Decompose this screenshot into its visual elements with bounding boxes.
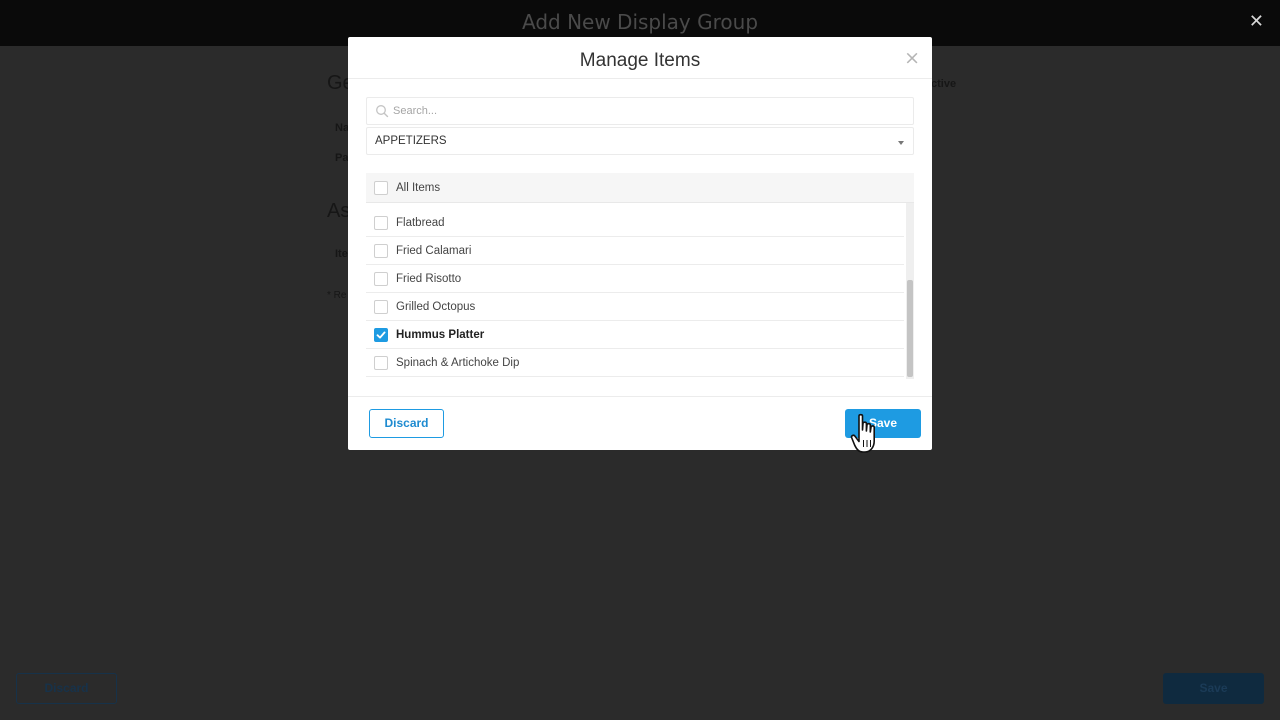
caret-down-icon (898, 141, 904, 145)
manage-items-modal: Manage Items × APPETIZERS All Items Flat… (348, 37, 932, 450)
item-checkbox-checked[interactable] (374, 327, 388, 342)
background-save-button[interactable]: Save (1163, 673, 1264, 704)
background-close-icon[interactable]: ✕ (1249, 11, 1264, 32)
background-items-label: Ite (335, 248, 348, 260)
background-assign-heading: As (327, 200, 351, 222)
item-label: Spinach & Artichoke Dip (396, 356, 520, 369)
modal-header: Manage Items × (348, 37, 932, 79)
category-select[interactable]: APPETIZERS (366, 127, 914, 155)
search-input[interactable] (393, 105, 893, 117)
list-item[interactable]: Grilled Octopus (366, 293, 904, 321)
all-items-row[interactable]: All Items (366, 173, 914, 203)
background-page-title: Add New Display Group (521, 10, 759, 34)
item-label: Hummus Platter (396, 328, 485, 341)
item-checkbox[interactable] (374, 271, 388, 286)
list-item[interactable]: Flatbread (366, 209, 904, 237)
list-item[interactable]: Fried Risotto (366, 265, 904, 293)
item-label: Grilled Octopus (396, 300, 476, 313)
background-pa-label: Pa (335, 152, 349, 164)
item-label: Flatbread (396, 216, 445, 229)
category-select-value: APPETIZERS (375, 135, 447, 147)
scrollbar-thumb[interactable] (907, 280, 913, 377)
item-checkbox[interactable] (374, 355, 388, 370)
list-item[interactable]: Fried Calamari (366, 237, 904, 265)
item-label: Fried Risotto (396, 272, 462, 285)
background-discard-button[interactable]: Discard (16, 673, 117, 704)
item-label: Fried Calamari (396, 244, 472, 257)
background-name-label: Na (335, 122, 350, 134)
background-active-text: ctive (931, 78, 957, 90)
checkmark-icon (376, 331, 386, 338)
modal-title: Manage Items (579, 50, 701, 71)
hand-cursor-icon (850, 413, 875, 453)
list-scrollbar[interactable] (906, 203, 914, 379)
item-checkbox[interactable] (374, 243, 388, 258)
search-icon (376, 105, 389, 118)
all-items-label: All Items (396, 181, 441, 194)
list-item[interactable]: Spinach & Artichoke Dip (366, 349, 904, 377)
discard-button[interactable]: Discard (369, 409, 444, 438)
search-field[interactable] (366, 97, 914, 125)
items-list: Flatbread Fried Calamari Fried Risotto G… (366, 209, 914, 379)
item-checkbox[interactable] (374, 215, 388, 230)
all-items-checkbox[interactable] (374, 180, 388, 195)
item-checkbox[interactable] (374, 299, 388, 314)
background-required-note: * Re (327, 290, 347, 301)
list-item[interactable]: Hummus Platter (366, 321, 904, 349)
close-icon[interactable]: × (904, 47, 920, 69)
